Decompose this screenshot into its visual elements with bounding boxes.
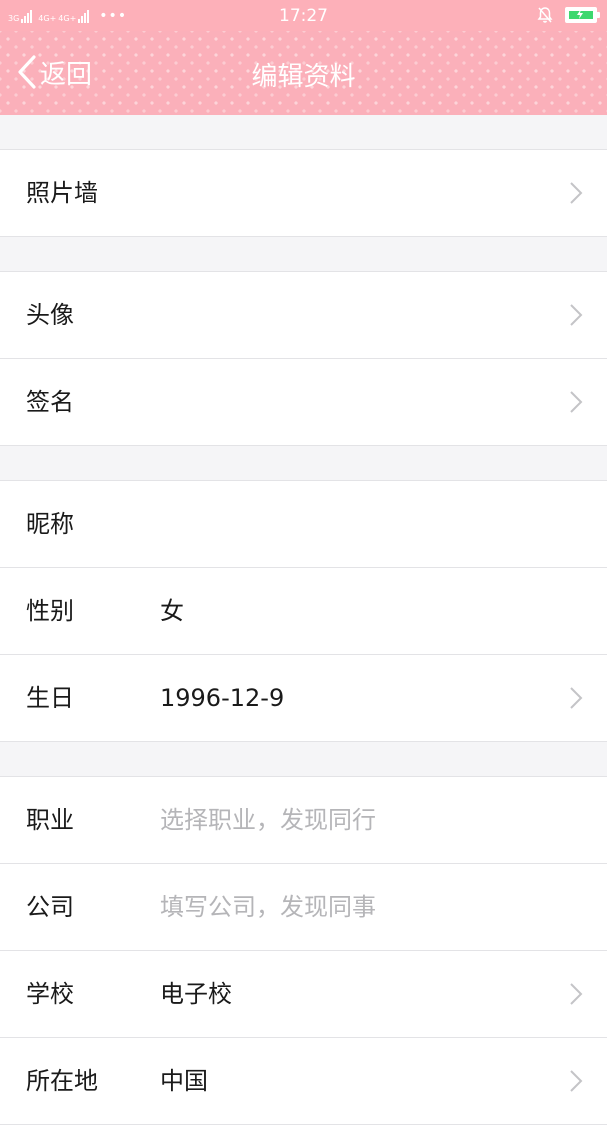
page-title: 编辑资料	[251, 62, 356, 92]
row-school[interactable]: 学校 电子校	[0, 950, 607, 1037]
group-basic-info: 昵称 性别 女 生日 1996-12-9	[0, 480, 607, 742]
row-label: 学校	[26, 980, 74, 1008]
birthday-value: 1996-12-9	[160, 684, 285, 712]
location-value: 中国	[160, 1067, 208, 1095]
chevron-right-icon	[570, 304, 583, 326]
chevron-right-icon	[570, 983, 583, 1005]
status-time: 17:27	[279, 6, 328, 26]
chevron-right-icon	[570, 1070, 583, 1092]
section-spacer	[0, 446, 607, 480]
row-label: 性别	[26, 597, 74, 625]
section-spacer	[0, 742, 607, 776]
section-spacer	[0, 237, 607, 271]
chevron-right-icon	[570, 182, 583, 204]
row-occupation[interactable]: 职业 选择职业，发现同行	[0, 776, 607, 863]
group-photos: 照片墙	[0, 149, 607, 237]
row-signature[interactable]: 签名	[0, 358, 607, 446]
row-nickname[interactable]: 昵称	[0, 480, 607, 567]
section-spacer	[0, 115, 607, 149]
company-input[interactable]: 填写公司，发现同事	[160, 864, 376, 950]
school-value: 电子校	[160, 980, 232, 1008]
row-label: 职业	[26, 806, 74, 834]
row-label: 所在地	[26, 1067, 98, 1095]
navigation-bar: 返回 编辑资料	[0, 31, 607, 115]
row-gender: 性别 女	[0, 567, 607, 654]
row-photo-wall[interactable]: 照片墙	[0, 149, 607, 237]
chevron-right-icon	[570, 391, 583, 413]
group-avatar-signature: 头像 签名	[0, 271, 607, 446]
group-work-education: 职业 选择职业，发现同行 公司 填写公司，发现同事 学校 电子校 所在地 中国	[0, 776, 607, 1125]
battery-charging-icon	[565, 7, 600, 23]
row-label: 公司	[26, 893, 74, 921]
row-label: 签名	[26, 388, 74, 416]
row-company[interactable]: 公司 填写公司，发现同事	[0, 863, 607, 950]
chevron-right-icon	[570, 687, 583, 709]
occupation-placeholder: 选择职业，发现同行	[160, 806, 376, 834]
gender-value: 女	[160, 597, 184, 625]
row-avatar[interactable]: 头像	[0, 271, 607, 358]
row-birthday[interactable]: 生日 1996-12-9	[0, 654, 607, 742]
row-label: 头像	[26, 301, 74, 329]
row-location[interactable]: 所在地 中国	[0, 1037, 607, 1125]
row-label: 照片墙	[26, 179, 98, 207]
status-icons	[537, 6, 600, 24]
profile-settings-list: 照片墙 头像 签名 昵称 性别 女 生日 1996-12-9 职业 选择职业，发…	[0, 115, 607, 1125]
row-label: 昵称	[26, 510, 74, 538]
row-label: 生日	[26, 684, 74, 712]
bell-off-icon	[537, 7, 553, 23]
status-bar: 3G 4G+ 4G+ ••• 17:27	[0, 0, 607, 31]
